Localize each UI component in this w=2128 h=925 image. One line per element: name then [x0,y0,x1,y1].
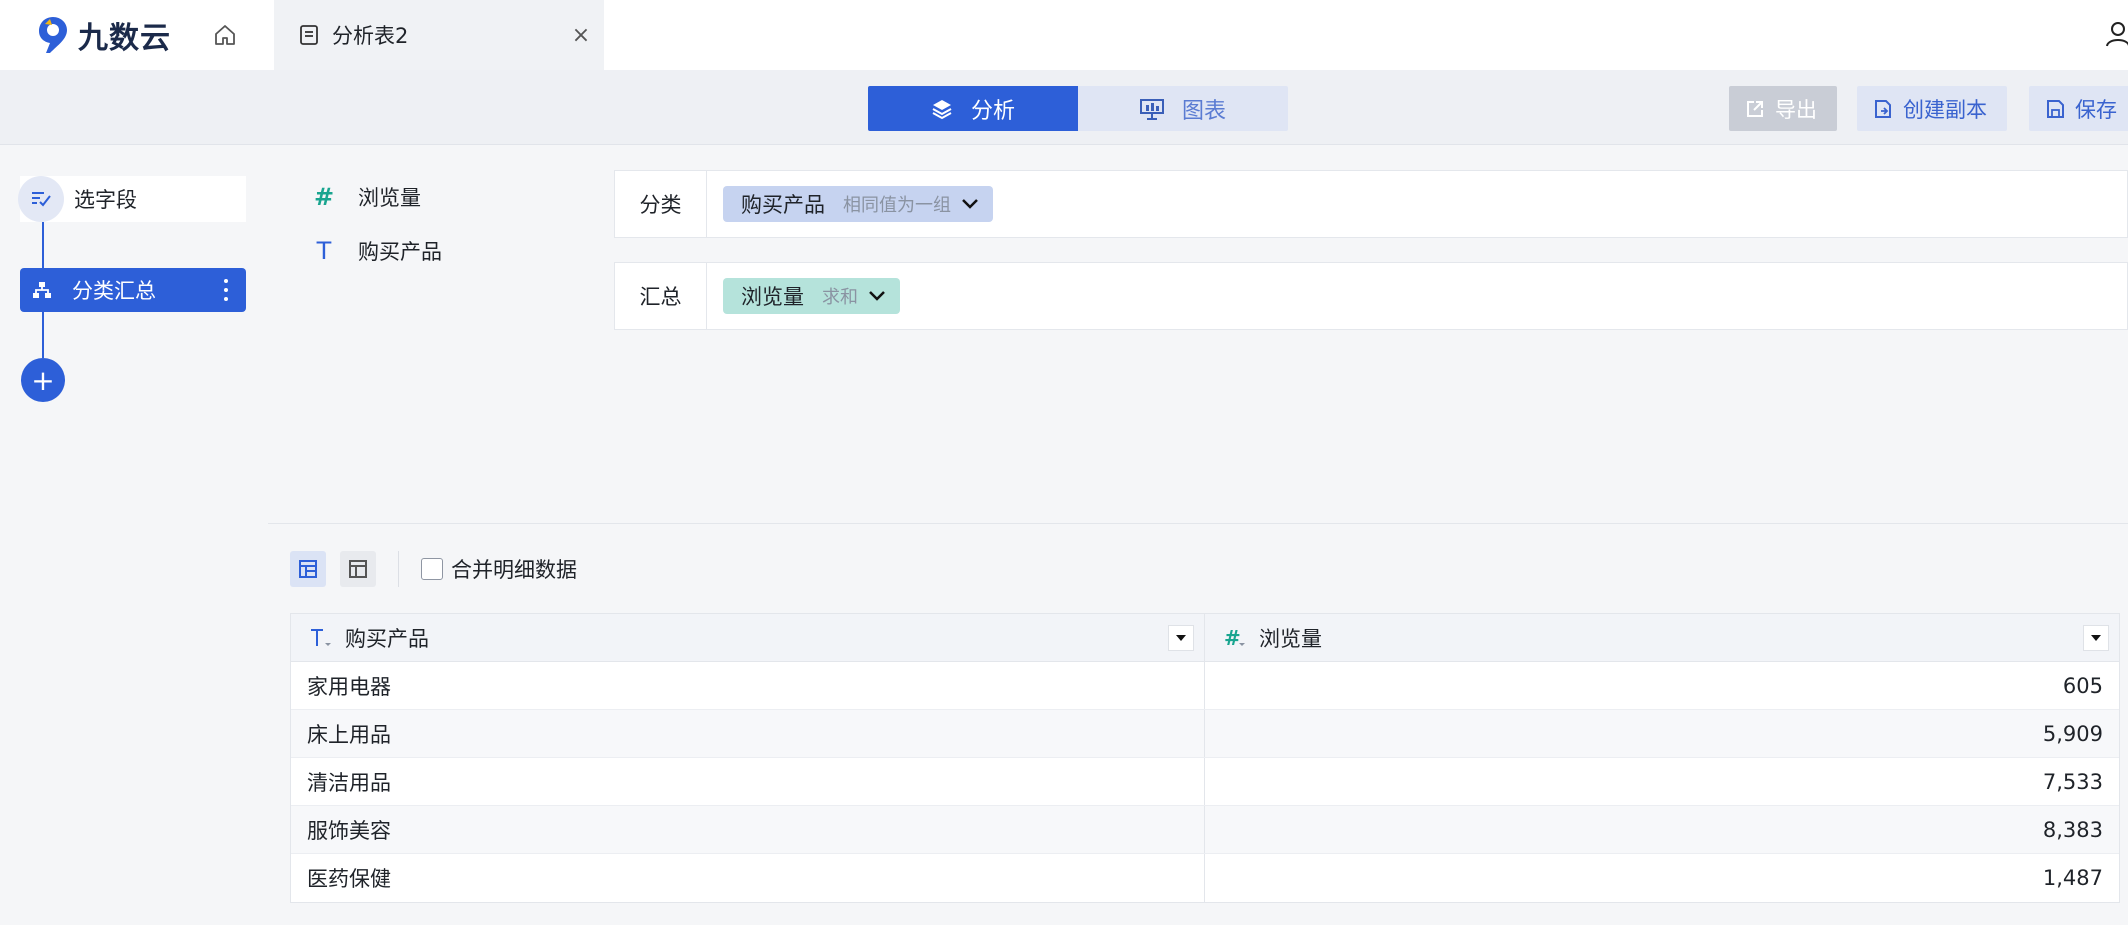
divider [268,523,2128,524]
summary-field-chip[interactable]: 浏览量 求和 [723,278,900,314]
field-label: 浏览量 [358,186,421,210]
field-item-views[interactable]: # 浏览量 [312,180,421,214]
cell-product[interactable]: 清洁用品 [291,758,1205,805]
steps-panel: 选字段 分类汇总 + [0,146,268,925]
number-type-icon: # [1223,627,1249,649]
result-toolbar: 合并明细数据 [290,548,577,590]
merge-detail-checkbox[interactable] [421,558,443,580]
table-row: 医药保健 1,487 [291,854,2119,902]
number-field-icon: # [313,183,335,211]
save-icon [2045,99,2065,119]
text-type-icon [309,627,335,649]
svg-text:#: # [1224,627,1241,649]
detail-view-button[interactable] [290,551,326,587]
tab-label: 分析表2 [332,24,409,48]
column-header-views[interactable]: # 浏览量 [1205,614,2119,661]
cell-views[interactable]: 605 [1205,662,2119,709]
column-label: 购买产品 [345,626,429,651]
merge-detail-label: 合并明细数据 [451,558,577,582]
user-icon[interactable] [2102,18,2128,50]
category-field-chip[interactable]: 购买产品 相同值为一组 [723,186,993,222]
step-connector [42,312,44,358]
create-copy-label: 创建副本 [1903,97,1987,122]
summary-label: 汇总 [615,263,707,329]
grouped-view-button[interactable] [340,551,376,587]
chart-mode-label: 图表 [1181,98,1226,124]
summary-row: 汇总 浏览量 求和 [614,262,2128,330]
tab-analysis-sheet[interactable]: 分析表2 × [274,0,604,70]
table-row: 床上用品 5,909 [291,710,2119,758]
logo-icon [36,15,70,55]
cell-product[interactable]: 床上用品 [291,710,1205,757]
dropdown-icon[interactable] [1168,625,1194,651]
home-icon [215,25,235,45]
more-options-icon[interactable] [216,276,236,304]
cell-views[interactable]: 5,909 [1205,710,2119,757]
chip-mode: 相同值为一组 [843,195,951,216]
export-button[interactable]: 导出 [1729,86,1837,131]
step-select-fields[interactable]: 选字段 [18,176,246,222]
step-group-label: 分类汇总 [72,279,156,303]
grouped-table-icon [349,560,367,578]
field-label: 购买产品 [358,240,442,264]
cell-product[interactable]: 家用电器 [291,662,1205,709]
table-view-icon [299,560,317,578]
analysis-mode-label: 分析 [970,98,1015,124]
dropdown-icon[interactable] [2083,625,2109,651]
column-label: 浏览量 [1259,626,1322,651]
chart-icon [1139,98,1164,120]
chevron-down-icon[interactable] [868,290,886,302]
table-row: 清洁用品 7,533 [291,758,2119,806]
table-row: 服饰美容 8,383 [291,806,2119,854]
step-connector [42,222,44,268]
app-name: 九数云 [78,21,171,56]
toolbar-divider [398,551,399,587]
select-fields-icon [18,176,64,222]
column-header-product[interactable]: 购买产品 [291,614,1205,661]
export-icon [1745,99,1765,119]
copy-icon [1873,99,1893,119]
text-field-icon: T [316,237,332,265]
chip-label: 购买产品 [741,193,825,217]
export-label: 导出 [1775,97,1817,122]
add-step-button[interactable]: + [21,358,65,402]
chip-label: 浏览量 [741,285,804,309]
field-list: # 浏览量 T 购买产品 [268,146,608,524]
save-label: 保存 [2075,97,2117,122]
step-select-label: 选字段 [74,188,137,212]
toolbar: 分析 图表 导出 创建副本 保存 [0,70,2128,145]
table-row: 家用电器 605 [291,662,2119,710]
step-group-summary[interactable]: 分类汇总 [20,268,246,312]
chart-mode-button[interactable]: 图表 [1078,86,1288,131]
chevron-down-icon[interactable] [961,198,979,210]
cell-product[interactable]: 医药保健 [291,854,1205,902]
top-bar: 九数云 分析表2 × [0,0,2128,70]
cell-views[interactable]: 1,487 [1205,854,2119,902]
document-icon [296,22,322,48]
table-body: 家用电器 605 床上用品 5,909 清洁用品 7,533 服饰美容 8,38… [291,662,2119,902]
create-copy-button[interactable]: 创建副本 [1857,86,2007,131]
hierarchy-icon [20,281,64,299]
result-table: 购买产品 # 浏览量 家用电器 605 床上用品 5,909 清洁用品 7,53… [290,613,2120,903]
table-header: 购买产品 # 浏览量 [291,614,2119,662]
category-row: 分类 购买产品 相同值为一组 [614,170,2128,238]
layers-icon [931,98,953,120]
save-button[interactable]: 保存 [2029,86,2128,131]
cell-views[interactable]: 7,533 [1205,758,2119,805]
cell-product[interactable]: 服饰美容 [291,806,1205,853]
app-logo[interactable]: 九数云 [36,14,171,56]
close-icon[interactable]: × [568,22,594,48]
field-item-product[interactable]: T 购买产品 [312,234,442,268]
analysis-mode-button[interactable]: 分析 [868,86,1078,131]
mode-switch: 分析 图表 [868,86,1288,131]
cell-views[interactable]: 8,383 [1205,806,2119,853]
category-label: 分类 [615,171,707,237]
chip-mode: 求和 [822,287,858,308]
home-button[interactable] [208,18,242,52]
